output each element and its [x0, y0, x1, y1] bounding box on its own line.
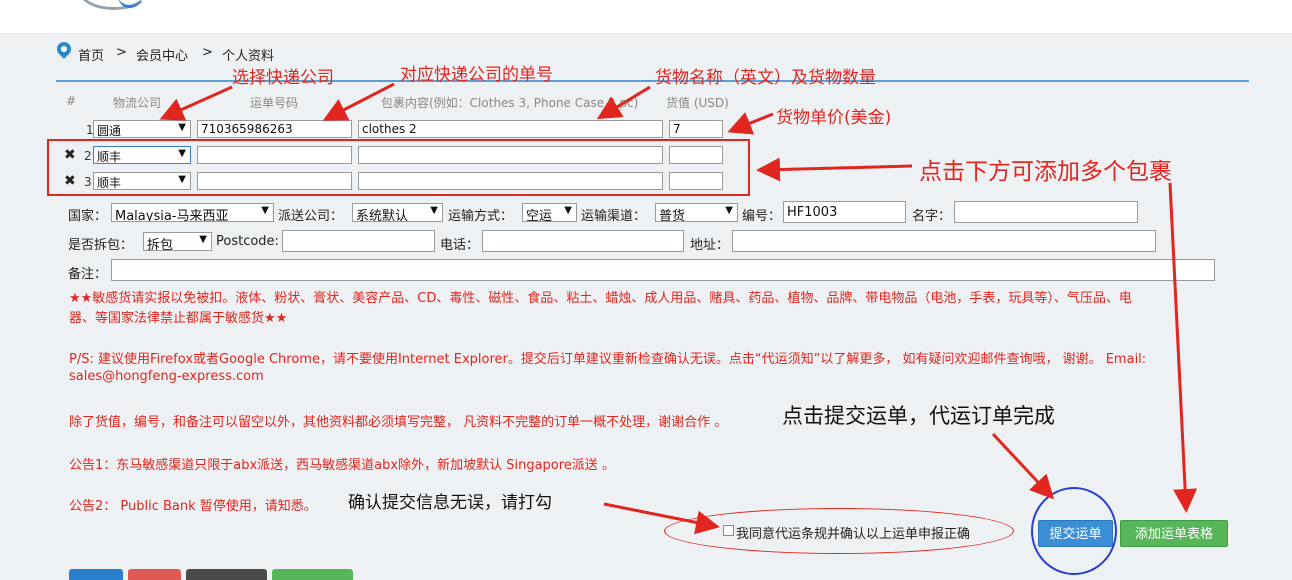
header-tracking: 运单号码	[250, 96, 299, 110]
chevron-down-icon: ▼	[430, 205, 438, 216]
transport-select[interactable]: 空运 ▼	[522, 203, 577, 222]
header-carrier: 物流公司	[113, 96, 162, 110]
country-select-value: Malaysia-马来西亚	[115, 209, 229, 222]
announcement-1: 公告1：东马敏感渠道只限于abx派送，西马敏感渠道abx除外，新加坡默认 Sin…	[69, 458, 615, 473]
agree-checkbox[interactable]	[723, 525, 734, 536]
chevron-down-icon: ▼	[564, 205, 572, 216]
tracking-input-value: 710365986263	[201, 122, 293, 136]
contents-input[interactable]: clothes 2	[358, 120, 663, 138]
bottom-button[interactable]	[128, 569, 181, 580]
unpack-label: 是否拆包：	[68, 238, 134, 253]
add-table-button[interactable]: 添加运单表格	[1120, 520, 1228, 547]
annotation-click-submit: 点击提交运单，代运订单完成	[782, 404, 1055, 428]
value-input[interactable]: 7	[669, 120, 723, 138]
channel-label: 运输渠道：	[581, 209, 647, 224]
breadcrumb-home[interactable]: 首页	[78, 45, 104, 64]
header-num: #	[66, 94, 77, 108]
transport-select-value: 空运	[526, 209, 553, 222]
unpack-select[interactable]: 拆包 ▼	[143, 232, 212, 251]
submit-button[interactable]: 提交运单	[1038, 520, 1113, 547]
required-notice: 除了货值，编号，和备注可以留空以外，其他资料都必须填写完整， 凡资料不完整的订单…	[69, 415, 728, 430]
bottom-button[interactable]	[186, 569, 267, 580]
breadcrumb-separator: >	[116, 45, 127, 60]
carrier-select[interactable]: 圆通 ▼	[93, 120, 191, 138]
bottom-button[interactable]	[69, 569, 123, 580]
address-label: 地址：	[690, 238, 730, 253]
code-input[interactable]: HF1003	[783, 201, 906, 223]
bottom-button[interactable]	[272, 569, 353, 580]
header-value: 货值 (USD)	[666, 96, 729, 110]
chevron-down-icon: ▼	[199, 234, 207, 245]
value-input-value: 7	[673, 122, 681, 136]
name-label: 名字：	[912, 209, 952, 224]
carrier-select-value: 圆通	[97, 124, 122, 138]
agree-label[interactable]: 我同意代运条规并确认以上运单申报正确	[736, 523, 970, 542]
annotation-price: 货物单价(美金)	[776, 108, 892, 128]
chevron-down-icon: ▼	[261, 205, 269, 216]
breadcrumb-profile: 个人资料	[222, 49, 275, 64]
delivery-select-value: 系统默认	[356, 209, 409, 222]
ps-email[interactable]: sales@hongfeng-express.com	[69, 369, 264, 384]
remark-label: 备注：	[68, 267, 108, 282]
annotation-goods: 货物名称（英文）及货物数量	[655, 68, 876, 88]
channel-select-value: 普货	[659, 209, 686, 222]
code-label: 编号：	[742, 209, 782, 224]
transport-label: 运输方式：	[448, 209, 514, 224]
country-label: 国家：	[68, 209, 108, 224]
annotation-choose-carrier: 选择快递公司	[232, 68, 334, 88]
extra-rows-highlight	[47, 139, 750, 196]
phone-input[interactable]	[482, 230, 684, 252]
sensitive-notice-cont: 器、等国家法律禁止都属于敏感货★★	[69, 311, 288, 326]
unpack-select-value: 拆包	[147, 238, 174, 251]
name-input[interactable]	[954, 201, 1138, 223]
breadcrumb-separator: >	[202, 45, 213, 60]
header-contents: 包裹内容(例如：Clothes 3, Phone Case 2 pc)	[381, 96, 639, 110]
remark-input[interactable]	[111, 259, 1215, 281]
top-header	[0, 0, 1292, 33]
country-select[interactable]: Malaysia-马来西亚 ▼	[111, 203, 274, 222]
annotation-confirm: 确认提交信息无误，请打勾	[348, 493, 552, 513]
channel-select[interactable]: 普货 ▼	[655, 203, 738, 222]
tracking-input[interactable]: 710365986263	[197, 120, 352, 138]
phone-label: 电话：	[440, 238, 480, 253]
code-input-value: HF1003	[787, 205, 838, 220]
sensitive-notice: ★★敏感货请实报以免被扣。液体、粉状、膏状、美容产品、CD、毒性、磁性、食品、粘…	[69, 291, 1132, 306]
annotation-tracking: 对应快递公司的单号	[400, 65, 553, 85]
postcode-input[interactable]	[282, 230, 435, 252]
chevron-down-icon: ▼	[178, 122, 186, 133]
chevron-down-icon: ▼	[725, 205, 733, 216]
announcement-2: 公告2： Public Bank 暂停使用，请知悉。	[69, 499, 317, 514]
postcode-label: Postcode:	[216, 234, 279, 249]
annotation-add-more: 点击下方可添加多个包裹	[919, 159, 1172, 185]
delivery-label: 派送公司：	[278, 209, 344, 224]
ps-notice: P/S: 建议使用Firefox或者Google Chrome，请不要使用Int…	[69, 352, 1147, 367]
address-input[interactable]	[732, 230, 1156, 252]
delivery-select[interactable]: 系统默认 ▼	[352, 203, 443, 222]
breadcrumb-member-center[interactable]: 会员中心	[136, 45, 188, 64]
contents-input-value: clothes 2	[362, 122, 417, 136]
